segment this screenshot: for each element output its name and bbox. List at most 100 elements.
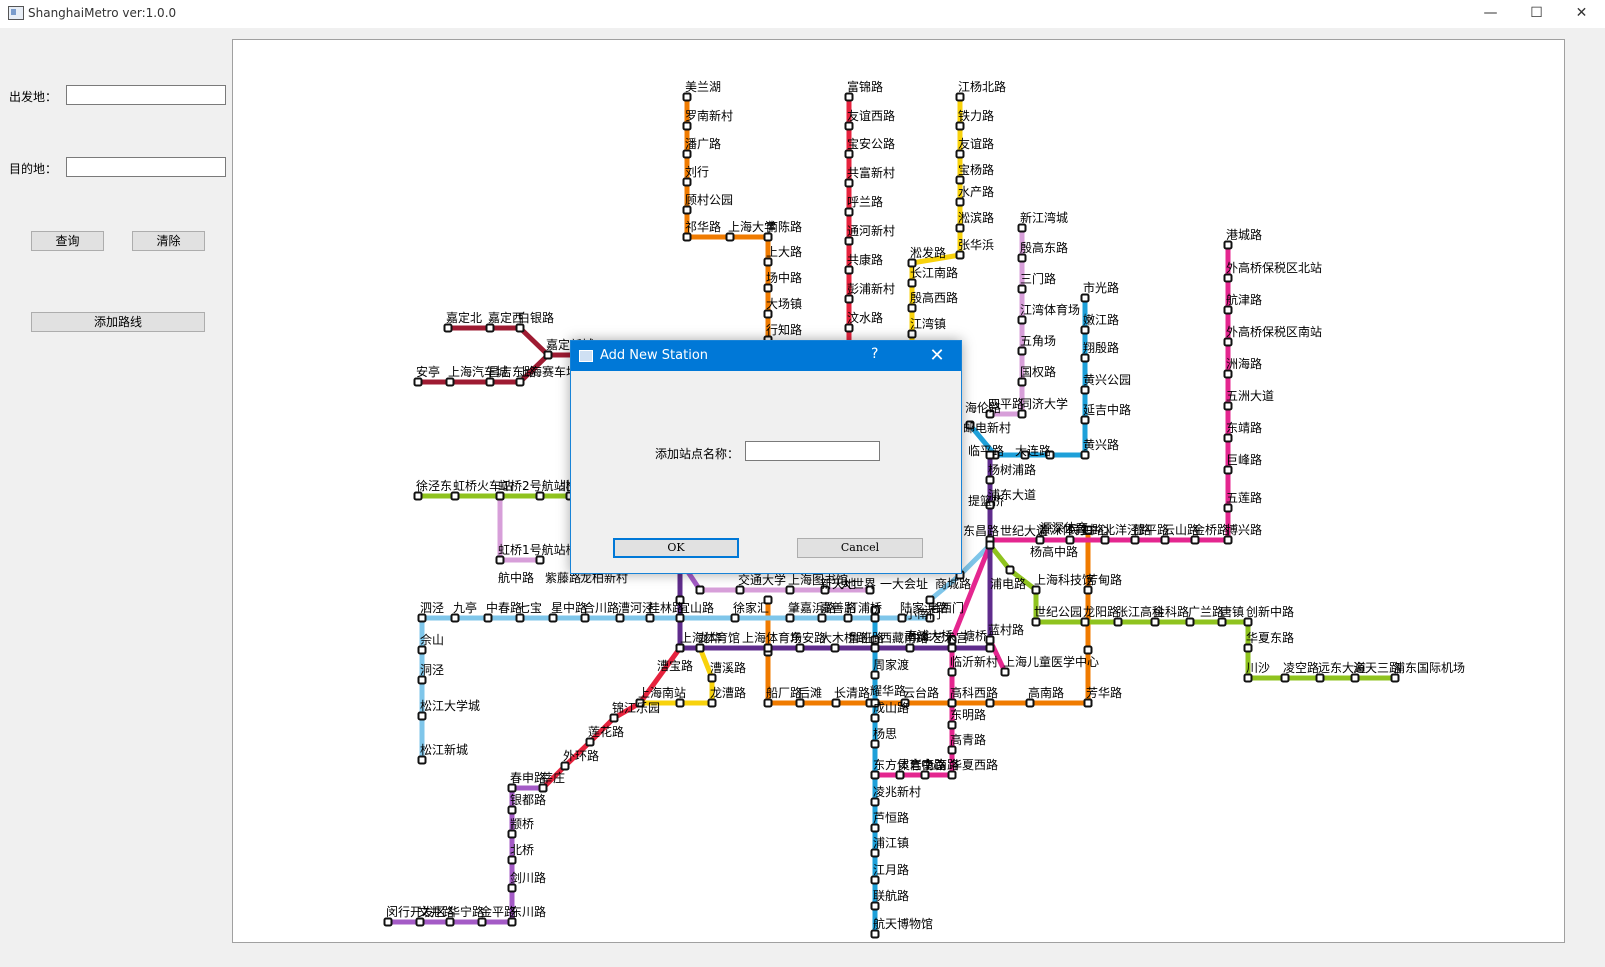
- station-marker[interactable]: [675, 613, 685, 623]
- station-marker[interactable]: [1080, 415, 1090, 425]
- station-marker[interactable]: [1080, 353, 1090, 363]
- station-marker[interactable]: [695, 643, 705, 653]
- station-marker[interactable]: [763, 643, 773, 653]
- station-marker[interactable]: [985, 643, 995, 653]
- station-name-input[interactable]: [745, 441, 880, 461]
- station-marker[interactable]: [1017, 315, 1027, 325]
- station-marker[interactable]: [1080, 385, 1090, 395]
- station-marker[interactable]: [1083, 698, 1093, 708]
- station-marker[interactable]: [548, 613, 558, 623]
- station-marker[interactable]: [485, 377, 495, 387]
- station-marker[interactable]: [1223, 369, 1233, 379]
- station-marker[interactable]: [1217, 617, 1227, 627]
- station-marker[interactable]: [843, 613, 853, 623]
- station-marker[interactable]: [763, 257, 773, 267]
- station-marker[interactable]: [844, 294, 854, 304]
- station-marker[interactable]: [1223, 305, 1233, 315]
- station-marker[interactable]: [1080, 293, 1090, 303]
- station-marker[interactable]: [795, 643, 805, 653]
- station-marker[interactable]: [413, 377, 423, 387]
- station-marker[interactable]: [515, 613, 525, 623]
- station-marker[interactable]: [817, 613, 827, 623]
- station-marker[interactable]: [907, 278, 917, 288]
- station-marker[interactable]: [785, 613, 795, 623]
- station-marker[interactable]: [1223, 465, 1233, 475]
- station-marker[interactable]: [844, 265, 854, 275]
- station-marker[interactable]: [1100, 535, 1110, 545]
- station-marker[interactable]: [507, 829, 517, 839]
- station-marker[interactable]: [443, 323, 453, 333]
- station-marker[interactable]: [1223, 337, 1233, 347]
- station-marker[interactable]: [955, 197, 965, 207]
- station-marker[interactable]: [417, 645, 427, 655]
- station-marker[interactable]: [730, 613, 740, 623]
- station-marker[interactable]: [1083, 645, 1093, 655]
- station-marker[interactable]: [870, 713, 880, 723]
- station-marker[interactable]: [682, 121, 692, 131]
- station-marker[interactable]: [870, 848, 880, 858]
- station-marker[interactable]: [1315, 673, 1325, 683]
- cancel-button[interactable]: Cancel: [797, 538, 923, 558]
- station-marker[interactable]: [1080, 450, 1090, 460]
- station-marker[interactable]: [515, 377, 525, 387]
- station-marker[interactable]: [870, 670, 880, 680]
- station-marker[interactable]: [947, 667, 957, 677]
- station-marker[interactable]: [844, 178, 854, 188]
- station-marker[interactable]: [417, 755, 427, 765]
- station-marker[interactable]: [920, 770, 930, 780]
- station-marker[interactable]: [955, 223, 965, 233]
- station-marker[interactable]: [763, 698, 773, 708]
- station-marker[interactable]: [560, 761, 570, 771]
- ok-button[interactable]: OK: [613, 538, 739, 558]
- station-marker[interactable]: [507, 783, 517, 793]
- station-marker[interactable]: [1350, 673, 1360, 683]
- station-marker[interactable]: [844, 323, 854, 333]
- station-marker[interactable]: [1223, 503, 1233, 513]
- station-marker[interactable]: [609, 713, 619, 723]
- station-marker[interactable]: [507, 855, 517, 865]
- station-marker[interactable]: [1223, 401, 1233, 411]
- station-marker[interactable]: [1031, 585, 1041, 595]
- station-marker[interactable]: [538, 783, 548, 793]
- station-marker[interactable]: [785, 585, 795, 595]
- station-marker[interactable]: [1005, 565, 1015, 575]
- station-marker[interactable]: [1017, 253, 1027, 263]
- station-marker[interactable]: [1031, 617, 1041, 627]
- station-marker[interactable]: [615, 613, 625, 623]
- station-marker[interactable]: [947, 720, 957, 730]
- station-marker[interactable]: [682, 232, 692, 242]
- station-marker[interactable]: [985, 540, 995, 550]
- station-marker[interactable]: [417, 675, 427, 685]
- station-marker[interactable]: [1080, 325, 1090, 335]
- station-marker[interactable]: [1017, 284, 1027, 294]
- station-marker[interactable]: [735, 585, 745, 595]
- station-marker[interactable]: [507, 917, 517, 927]
- help-icon[interactable]: ?: [871, 346, 878, 362]
- station-marker[interactable]: [695, 585, 705, 595]
- station-marker[interactable]: [870, 929, 880, 939]
- station-marker[interactable]: [507, 883, 517, 893]
- station-marker[interactable]: [870, 875, 880, 885]
- station-marker[interactable]: [682, 205, 692, 215]
- station-marker[interactable]: [763, 283, 773, 293]
- station-marker[interactable]: [415, 917, 425, 927]
- station-marker[interactable]: [675, 643, 685, 653]
- station-marker[interactable]: [844, 149, 854, 159]
- station-marker[interactable]: [477, 917, 487, 927]
- station-marker[interactable]: [1065, 535, 1075, 545]
- station-marker[interactable]: [1080, 617, 1090, 627]
- station-marker[interactable]: [1000, 667, 1010, 677]
- station-marker[interactable]: [955, 175, 965, 185]
- station-marker[interactable]: [1160, 535, 1170, 545]
- station-marker[interactable]: [870, 797, 880, 807]
- station-marker[interactable]: [844, 207, 854, 217]
- station-marker[interactable]: [1017, 409, 1027, 419]
- station-marker[interactable]: [1190, 535, 1200, 545]
- station-marker[interactable]: [580, 613, 590, 623]
- station-marker[interactable]: [905, 643, 915, 653]
- station-marker[interactable]: [1223, 273, 1233, 283]
- station-marker[interactable]: [707, 698, 717, 708]
- station-marker[interactable]: [955, 121, 965, 131]
- station-marker[interactable]: [645, 613, 655, 623]
- station-marker[interactable]: [1113, 617, 1123, 627]
